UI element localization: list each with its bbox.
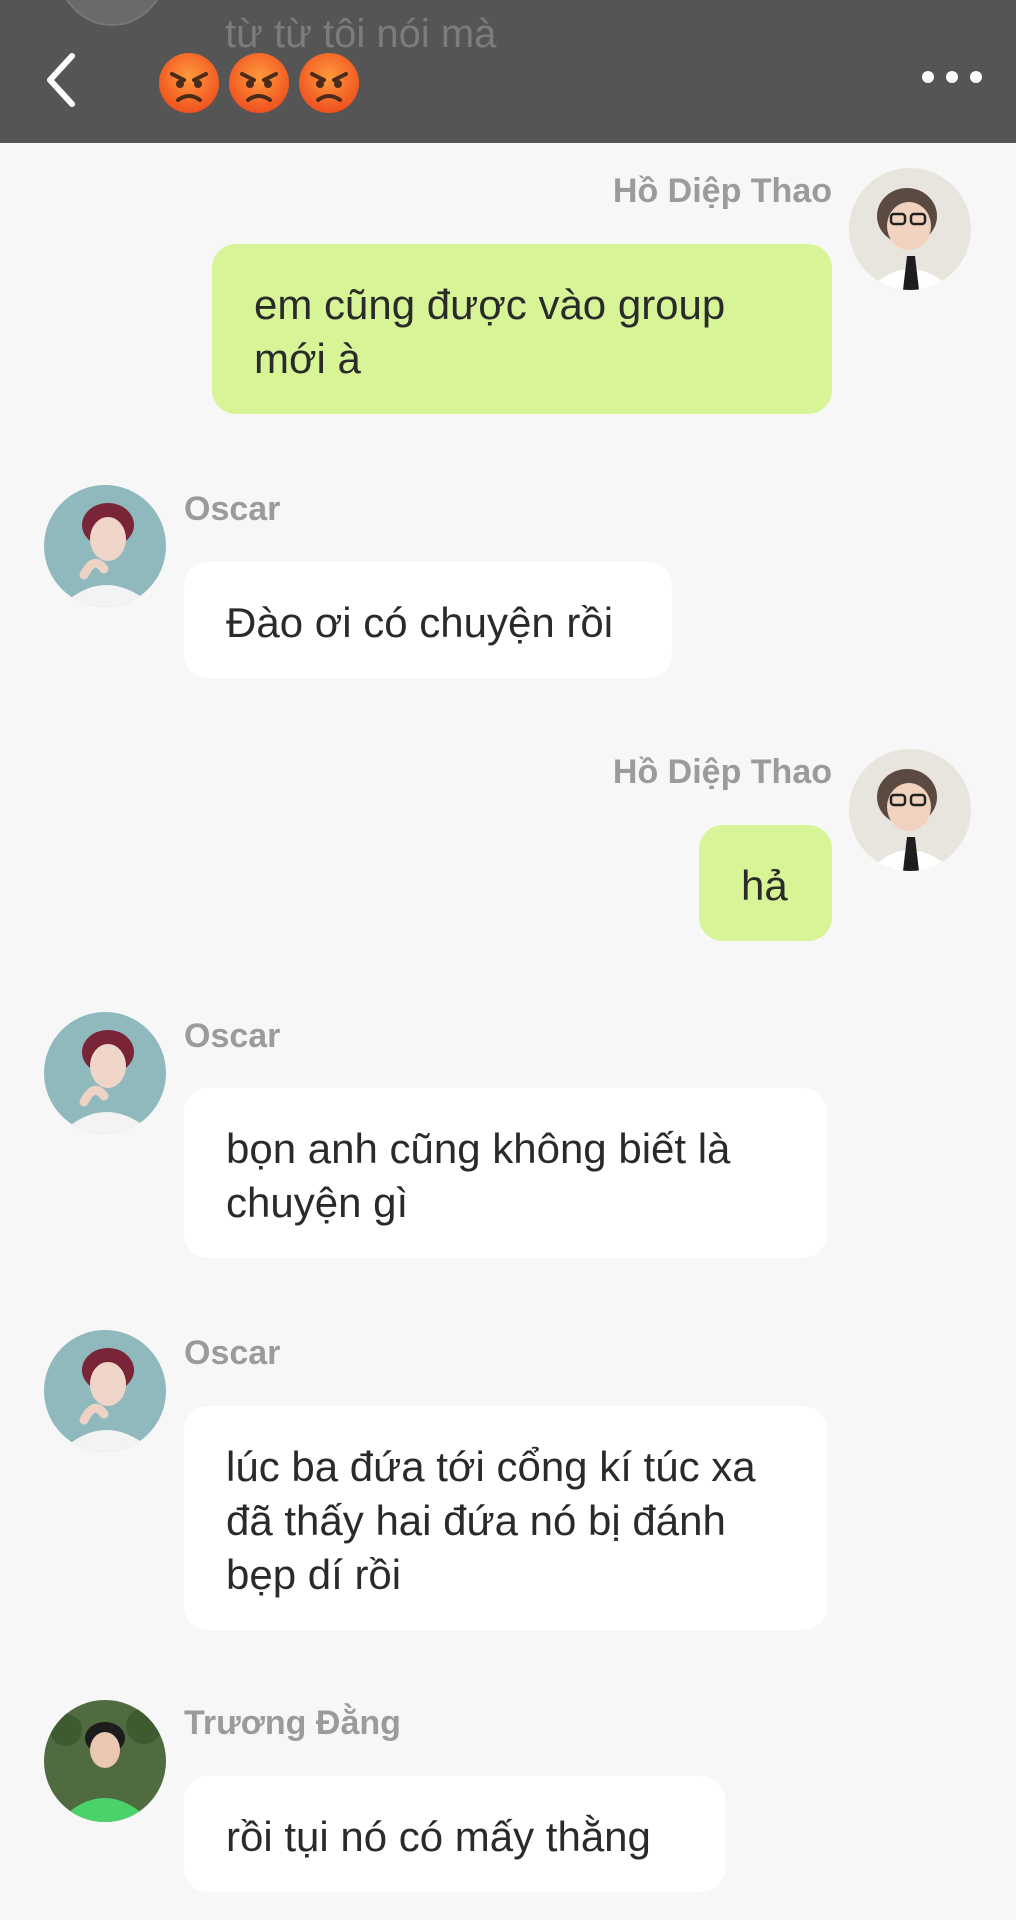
sender-name: Oscar bbox=[184, 1334, 281, 1372]
user-avatar-icon bbox=[44, 485, 166, 607]
message-bubble-incoming[interactable]: bọn anh cũng không biết là chuyện gì bbox=[184, 1088, 827, 1258]
user-avatar-icon bbox=[44, 1330, 166, 1452]
message-bubble-outgoing[interactable]: em cũng được vào group mới à bbox=[212, 244, 832, 414]
user-avatar-icon bbox=[849, 168, 971, 290]
back-button[interactable] bbox=[40, 50, 84, 110]
user-avatar-icon bbox=[849, 749, 971, 871]
avatar-ho-diep-thao[interactable] bbox=[849, 168, 971, 290]
chat-header: từ từ tôi nói mà bbox=[0, 0, 1016, 143]
previous-message-avatar bbox=[55, 0, 169, 26]
avatar-oscar[interactable] bbox=[44, 1012, 166, 1134]
pouting-face-emoji-icon bbox=[228, 52, 290, 114]
avatar-truong-dang[interactable] bbox=[44, 1700, 166, 1822]
previous-message-preview: từ từ tôi nói mà bbox=[225, 12, 497, 56]
sender-name: Oscar bbox=[184, 1017, 281, 1055]
message-bubble-incoming[interactable]: lúc ba đứa tới cổng kí túc xa đã thấy ha… bbox=[184, 1406, 827, 1630]
pouting-face-emoji-icon bbox=[298, 52, 360, 114]
title-emojis bbox=[158, 52, 360, 114]
message-bubble-incoming[interactable]: rồi tụi nó có mấy thằng bbox=[184, 1776, 725, 1892]
more-options-button[interactable] bbox=[918, 62, 986, 92]
sender-name: Hồ Diệp Thao bbox=[612, 753, 832, 791]
sender-name: Trương Đằng bbox=[184, 1704, 401, 1742]
sender-name: Hồ Diệp Thao bbox=[612, 172, 832, 210]
avatar-ho-diep-thao[interactable] bbox=[849, 749, 971, 871]
more-horizontal-icon bbox=[922, 71, 982, 83]
chevron-left-icon bbox=[47, 53, 75, 107]
sender-name: Oscar bbox=[184, 490, 281, 528]
user-avatar-icon bbox=[44, 1012, 166, 1134]
pouting-face-emoji-icon bbox=[158, 52, 220, 114]
avatar-oscar[interactable] bbox=[44, 1330, 166, 1452]
message-bubble-outgoing[interactable]: hả bbox=[699, 825, 832, 941]
avatar-oscar[interactable] bbox=[44, 485, 166, 607]
user-avatar-icon bbox=[44, 1700, 166, 1822]
message-bubble-incoming[interactable]: Đào ơi có chuyện rồi bbox=[184, 562, 672, 678]
